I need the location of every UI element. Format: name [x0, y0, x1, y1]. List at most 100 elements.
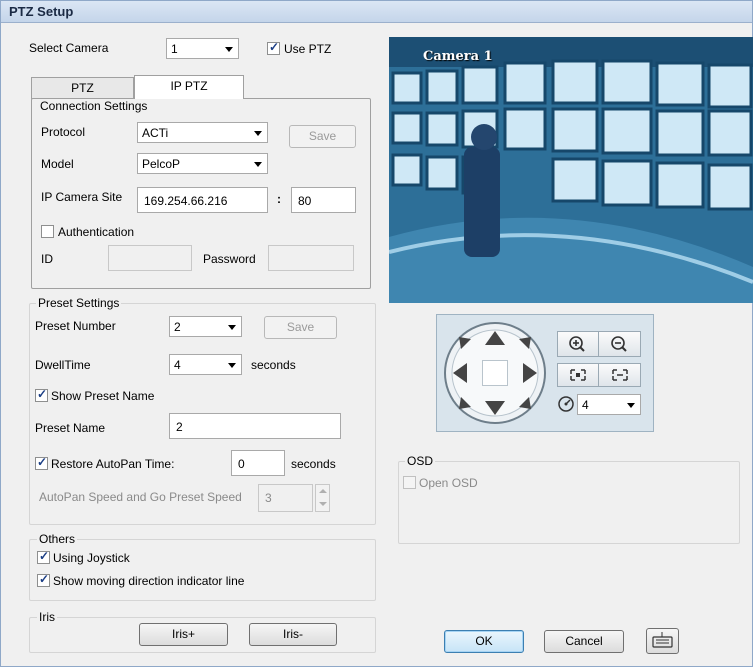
using-joystick-checkbox[interactable]	[37, 549, 50, 564]
ip-address-field[interactable]: 169.254.66.216	[137, 187, 268, 213]
password-field[interactable]	[268, 245, 354, 271]
tab-ip-ptz[interactable]: IP PTZ	[134, 75, 244, 99]
ptz-center-button[interactable]	[482, 360, 508, 386]
keyboard-icon	[652, 632, 673, 648]
keyboard-button[interactable]	[646, 628, 679, 654]
preset-name-field[interactable]: 2	[169, 413, 341, 439]
pan-up-button[interactable]	[481, 327, 509, 351]
arrow-down-icon	[485, 401, 505, 415]
ptz-speed-dropdown[interactable]: 4	[577, 394, 641, 415]
ok-button[interactable]: OK	[444, 630, 524, 653]
autopan-speed-label: AutoPan Speed and Go Preset Speed	[39, 490, 242, 504]
zoom-in-icon	[569, 336, 585, 352]
preset-number-value: 2	[174, 320, 181, 334]
chevron-down-icon	[319, 502, 327, 506]
chevron-up-icon	[319, 489, 327, 493]
zoom-in-button[interactable]	[557, 331, 599, 357]
arrow-right-icon	[523, 363, 537, 383]
window-title: PTZ Setup	[9, 4, 74, 19]
ptz-control-pad: 4	[436, 314, 654, 432]
protocol-dropdown[interactable]: ACTi	[137, 122, 268, 143]
chevron-down-icon	[627, 403, 635, 408]
show-preset-name-label: Show Preset Name	[51, 389, 155, 403]
focus-near-button[interactable]	[557, 363, 599, 387]
model-dropdown[interactable]: PelcoP	[137, 153, 268, 174]
pan-right-button[interactable]	[517, 359, 541, 387]
connection-save-button[interactable]: Save	[289, 125, 356, 148]
others-title: Others	[37, 532, 78, 546]
arrow-up-left-icon	[459, 337, 471, 349]
cancel-button[interactable]: Cancel	[544, 630, 624, 653]
password-label: Password	[203, 252, 256, 266]
restore-autopan-unit: seconds	[291, 457, 336, 471]
arrow-down-right-icon	[519, 397, 531, 409]
port-field[interactable]: 80	[291, 187, 356, 213]
focus-far-button[interactable]	[599, 363, 641, 387]
protocol-label: Protocol	[41, 125, 86, 139]
autopan-speed-stepper[interactable]	[315, 484, 330, 512]
others-group	[29, 539, 376, 601]
open-osd-label: Open OSD	[419, 476, 478, 490]
dwelltime-value: 4	[174, 358, 181, 372]
preset-save-button[interactable]: Save	[264, 316, 337, 339]
chevron-down-icon	[228, 325, 236, 330]
arrow-down-left-icon	[459, 397, 471, 409]
authentication-label: Authentication	[58, 225, 135, 239]
dwelltime-unit: seconds	[251, 358, 296, 372]
restore-autopan-checkbox[interactable]	[35, 455, 48, 470]
protocol-value: ACTi	[142, 126, 169, 140]
select-camera-value: 1	[171, 42, 178, 56]
focus-near-icon	[570, 369, 586, 381]
use-ptz-checkbox[interactable]	[267, 40, 280, 55]
zoom-out-icon	[611, 336, 627, 352]
ip-camera-site-label: IP Camera Site	[41, 190, 123, 204]
title-bar: PTZ Setup	[1, 1, 752, 23]
iris-title: Iris	[37, 610, 57, 624]
show-preset-name-checkbox[interactable]	[35, 387, 48, 402]
camera-name-overlay: Camera 1	[423, 49, 493, 64]
id-label: ID	[41, 252, 53, 266]
preset-name-label: Preset Name	[35, 421, 106, 435]
authentication-checkbox[interactable]	[41, 225, 54, 238]
zoom-out-button[interactable]	[599, 331, 641, 357]
chevron-down-icon	[254, 162, 262, 167]
ptz-speed-value: 4	[582, 398, 589, 412]
dwelltime-label: DwellTime	[35, 358, 91, 372]
show-direction-line-label: Show moving direction indicator line	[53, 574, 245, 588]
surveillance-room-image	[389, 37, 753, 303]
model-label: Model	[41, 157, 74, 171]
model-value: PelcoP	[142, 157, 181, 171]
arrow-left-icon	[453, 363, 467, 383]
connection-settings-title: Connection Settings	[38, 99, 150, 113]
pan-down-button[interactable]	[481, 395, 509, 419]
arrow-up-icon	[485, 331, 505, 345]
open-osd-checkbox[interactable]	[403, 476, 416, 489]
focus-far-icon	[612, 369, 628, 381]
iris-minus-button[interactable]: Iris-	[249, 623, 337, 646]
using-joystick-label: Using Joystick	[53, 551, 130, 565]
autopan-speed-field[interactable]: 3	[258, 484, 313, 512]
id-field[interactable]	[108, 245, 192, 271]
osd-group	[398, 461, 740, 544]
pan-up-right-button[interactable]	[515, 335, 533, 353]
select-camera-label: Select Camera	[29, 41, 109, 55]
show-direction-line-checkbox[interactable]	[37, 572, 50, 587]
preset-number-label: Preset Number	[35, 319, 116, 333]
select-camera-dropdown[interactable]: 1	[166, 38, 239, 59]
preset-settings-title: Preset Settings	[36, 296, 122, 310]
preset-number-dropdown[interactable]: 2	[169, 316, 242, 337]
pan-down-right-button[interactable]	[515, 393, 533, 411]
speed-icon	[557, 395, 575, 413]
pan-down-left-button[interactable]	[457, 393, 475, 411]
iris-plus-button[interactable]: Iris+	[139, 623, 228, 646]
restore-autopan-field[interactable]: 0	[231, 450, 285, 476]
osd-title: OSD	[405, 454, 436, 468]
dwelltime-dropdown[interactable]: 4	[169, 354, 242, 375]
pan-left-button[interactable]	[449, 359, 473, 387]
port-separator: :	[277, 192, 281, 206]
chevron-down-icon	[228, 363, 236, 368]
pan-up-left-button[interactable]	[457, 335, 475, 353]
chevron-down-icon	[225, 47, 233, 52]
use-ptz-label: Use PTZ	[284, 42, 332, 56]
tab-ptz[interactable]: PTZ	[31, 77, 134, 99]
